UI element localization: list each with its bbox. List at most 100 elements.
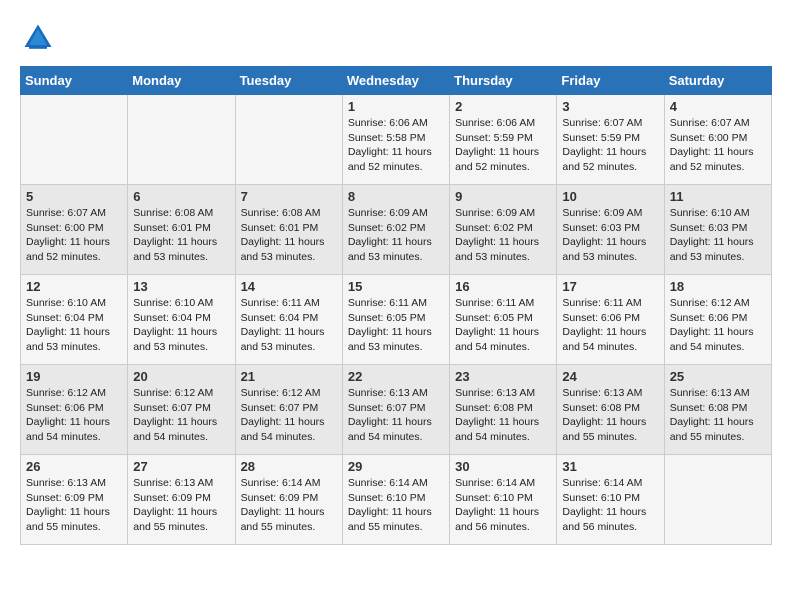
- day-number: 27: [133, 459, 229, 474]
- calendar-cell: [128, 95, 235, 185]
- day-number: 24: [562, 369, 658, 384]
- calendar-week-row: 5 Sunrise: 6:07 AM Sunset: 6:00 PM Daylig…: [21, 185, 772, 275]
- calendar-cell: [235, 95, 342, 185]
- day-detail: Sunrise: 6:12 AM Sunset: 6:06 PM Dayligh…: [26, 386, 122, 445]
- calendar-cell: 16 Sunrise: 6:11 AM Sunset: 6:05 PM Dayli…: [450, 275, 557, 365]
- day-detail: Sunrise: 6:09 AM Sunset: 6:03 PM Dayligh…: [562, 206, 658, 265]
- day-number: 10: [562, 189, 658, 204]
- day-detail: Sunrise: 6:06 AM Sunset: 5:58 PM Dayligh…: [348, 116, 444, 175]
- calendar-cell: 20 Sunrise: 6:12 AM Sunset: 6:07 PM Dayli…: [128, 365, 235, 455]
- day-number: 11: [670, 189, 766, 204]
- day-detail: Sunrise: 6:09 AM Sunset: 6:02 PM Dayligh…: [455, 206, 551, 265]
- calendar-cell: 2 Sunrise: 6:06 AM Sunset: 5:59 PM Daylig…: [450, 95, 557, 185]
- day-detail: Sunrise: 6:10 AM Sunset: 6:03 PM Dayligh…: [670, 206, 766, 265]
- logo: [20, 20, 62, 56]
- day-detail: Sunrise: 6:07 AM Sunset: 5:59 PM Dayligh…: [562, 116, 658, 175]
- day-number: 26: [26, 459, 122, 474]
- calendar-cell: 13 Sunrise: 6:10 AM Sunset: 6:04 PM Dayli…: [128, 275, 235, 365]
- day-number: 20: [133, 369, 229, 384]
- day-number: 14: [241, 279, 337, 294]
- day-detail: Sunrise: 6:08 AM Sunset: 6:01 PM Dayligh…: [133, 206, 229, 265]
- day-number: 29: [348, 459, 444, 474]
- day-detail: Sunrise: 6:10 AM Sunset: 6:04 PM Dayligh…: [26, 296, 122, 355]
- day-detail: Sunrise: 6:13 AM Sunset: 6:08 PM Dayligh…: [670, 386, 766, 445]
- day-number: 23: [455, 369, 551, 384]
- day-detail: Sunrise: 6:14 AM Sunset: 6:09 PM Dayligh…: [241, 476, 337, 535]
- calendar-cell: 25 Sunrise: 6:13 AM Sunset: 6:08 PM Dayli…: [664, 365, 771, 455]
- weekday-header: Monday: [128, 67, 235, 95]
- calendar-table: SundayMondayTuesdayWednesdayThursdayFrid…: [20, 66, 772, 545]
- calendar-cell: 31 Sunrise: 6:14 AM Sunset: 6:10 PM Dayli…: [557, 455, 664, 545]
- calendar-week-row: 12 Sunrise: 6:10 AM Sunset: 6:04 PM Dayli…: [21, 275, 772, 365]
- day-detail: Sunrise: 6:14 AM Sunset: 6:10 PM Dayligh…: [562, 476, 658, 535]
- day-detail: Sunrise: 6:13 AM Sunset: 6:09 PM Dayligh…: [133, 476, 229, 535]
- day-detail: Sunrise: 6:08 AM Sunset: 6:01 PM Dayligh…: [241, 206, 337, 265]
- day-detail: Sunrise: 6:13 AM Sunset: 6:08 PM Dayligh…: [562, 386, 658, 445]
- day-detail: Sunrise: 6:13 AM Sunset: 6:07 PM Dayligh…: [348, 386, 444, 445]
- weekday-header: Friday: [557, 67, 664, 95]
- day-number: 18: [670, 279, 766, 294]
- day-detail: Sunrise: 6:13 AM Sunset: 6:08 PM Dayligh…: [455, 386, 551, 445]
- calendar-week-row: 26 Sunrise: 6:13 AM Sunset: 6:09 PM Dayli…: [21, 455, 772, 545]
- day-number: 12: [26, 279, 122, 294]
- day-detail: Sunrise: 6:06 AM Sunset: 5:59 PM Dayligh…: [455, 116, 551, 175]
- day-number: 22: [348, 369, 444, 384]
- calendar-cell: 12 Sunrise: 6:10 AM Sunset: 6:04 PM Dayli…: [21, 275, 128, 365]
- day-number: 5: [26, 189, 122, 204]
- day-number: 31: [562, 459, 658, 474]
- day-number: 28: [241, 459, 337, 474]
- calendar-cell: 17Sunrise: 6:11 AM Sunset: 6:06 PM Dayli…: [557, 275, 664, 365]
- calendar-cell: 19 Sunrise: 6:12 AM Sunset: 6:06 PM Dayli…: [21, 365, 128, 455]
- calendar-cell: 22 Sunrise: 6:13 AM Sunset: 6:07 PM Dayli…: [342, 365, 449, 455]
- day-number: 21: [241, 369, 337, 384]
- day-number: 13: [133, 279, 229, 294]
- calendar-cell: 7 Sunrise: 6:08 AM Sunset: 6:01 PM Daylig…: [235, 185, 342, 275]
- calendar-cell: 14 Sunrise: 6:11 AM Sunset: 6:04 PM Dayli…: [235, 275, 342, 365]
- calendar-week-row: 19 Sunrise: 6:12 AM Sunset: 6:06 PM Dayli…: [21, 365, 772, 455]
- day-number: 17: [562, 279, 658, 294]
- calendar-cell: 9 Sunrise: 6:09 AM Sunset: 6:02 PM Daylig…: [450, 185, 557, 275]
- day-detail: Sunrise: 6:11 AM Sunset: 6:05 PM Dayligh…: [455, 296, 551, 355]
- day-number: 1: [348, 99, 444, 114]
- weekday-header: Tuesday: [235, 67, 342, 95]
- day-detail: Sunrise: 6:14 AM Sunset: 6:10 PM Dayligh…: [455, 476, 551, 535]
- weekday-header: Sunday: [21, 67, 128, 95]
- day-number: 9: [455, 189, 551, 204]
- calendar-cell: [21, 95, 128, 185]
- day-number: 6: [133, 189, 229, 204]
- calendar-cell: 23 Sunrise: 6:13 AM Sunset: 6:08 PM Dayli…: [450, 365, 557, 455]
- day-detail: Sunrise: 6:12 AM Sunset: 6:06 PM Dayligh…: [670, 296, 766, 355]
- weekday-header: Saturday: [664, 67, 771, 95]
- day-number: 2: [455, 99, 551, 114]
- day-number: 16: [455, 279, 551, 294]
- calendar-cell: [664, 455, 771, 545]
- calendar-cell: 18 Sunrise: 6:12 AM Sunset: 6:06 PM Dayli…: [664, 275, 771, 365]
- calendar-cell: 5 Sunrise: 6:07 AM Sunset: 6:00 PM Daylig…: [21, 185, 128, 275]
- day-number: 3: [562, 99, 658, 114]
- day-detail: Sunrise: 6:12 AM Sunset: 6:07 PM Dayligh…: [133, 386, 229, 445]
- day-detail: Sunrise: 6:11 AM Sunset: 6:05 PM Dayligh…: [348, 296, 444, 355]
- calendar-cell: 27 Sunrise: 6:13 AM Sunset: 6:09 PM Dayli…: [128, 455, 235, 545]
- day-number: 19: [26, 369, 122, 384]
- calendar-cell: 24 Sunrise: 6:13 AM Sunset: 6:08 PM Dayli…: [557, 365, 664, 455]
- day-detail: Sunrise: 6:07 AM Sunset: 6:00 PM Dayligh…: [26, 206, 122, 265]
- weekday-header: Thursday: [450, 67, 557, 95]
- calendar-cell: 15 Sunrise: 6:11 AM Sunset: 6:05 PM Dayli…: [342, 275, 449, 365]
- calendar-cell: 28 Sunrise: 6:14 AM Sunset: 6:09 PM Dayli…: [235, 455, 342, 545]
- calendar-cell: 4Sunrise: 6:07 AM Sunset: 6:00 PM Daylig…: [664, 95, 771, 185]
- calendar-cell: 21Sunrise: 6:12 AM Sunset: 6:07 PM Dayli…: [235, 365, 342, 455]
- day-number: 7: [241, 189, 337, 204]
- calendar-cell: 6 Sunrise: 6:08 AM Sunset: 6:01 PM Daylig…: [128, 185, 235, 275]
- logo-icon: [20, 20, 56, 56]
- day-number: 15: [348, 279, 444, 294]
- header: [20, 20, 772, 56]
- day-detail: Sunrise: 6:11 AM Sunset: 6:04 PM Dayligh…: [241, 296, 337, 355]
- day-detail: Sunrise: 6:09 AM Sunset: 6:02 PM Dayligh…: [348, 206, 444, 265]
- day-number: 25: [670, 369, 766, 384]
- calendar-week-row: 1 Sunrise: 6:06 AM Sunset: 5:58 PM Daylig…: [21, 95, 772, 185]
- day-detail: Sunrise: 6:10 AM Sunset: 6:04 PM Dayligh…: [133, 296, 229, 355]
- calendar-cell: 29Sunrise: 6:14 AM Sunset: 6:10 PM Dayli…: [342, 455, 449, 545]
- calendar-cell: 11 Sunrise: 6:10 AM Sunset: 6:03 PM Dayli…: [664, 185, 771, 275]
- calendar-cell: 8Sunrise: 6:09 AM Sunset: 6:02 PM Daylig…: [342, 185, 449, 275]
- calendar-cell: 1 Sunrise: 6:06 AM Sunset: 5:58 PM Daylig…: [342, 95, 449, 185]
